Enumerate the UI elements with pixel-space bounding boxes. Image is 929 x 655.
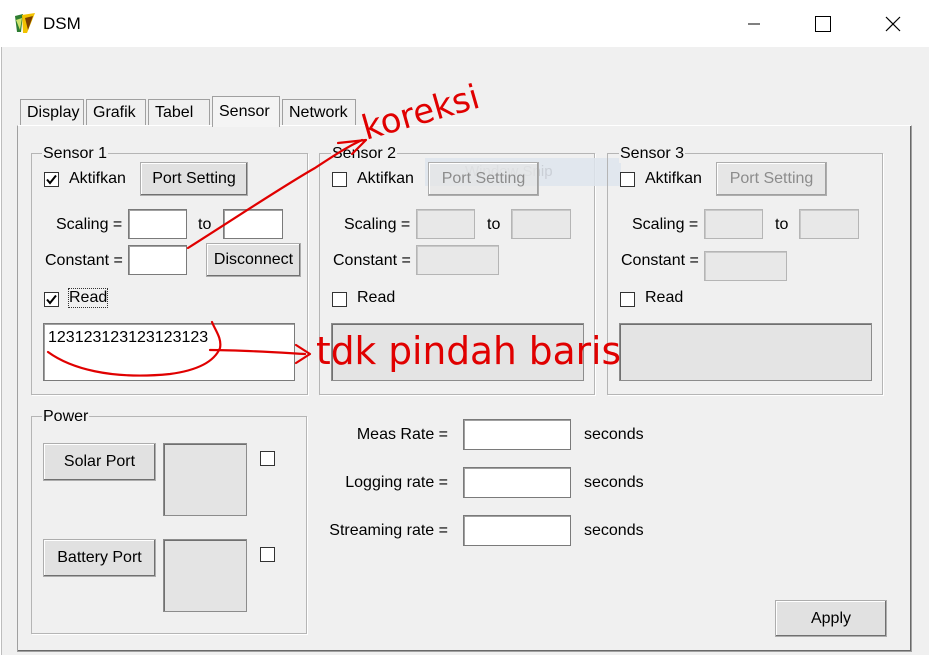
sensor-1-scaling-label: Scaling = (56, 216, 123, 233)
sensor-1-read-checkbox[interactable] (44, 292, 59, 307)
tab-label: Network (289, 104, 348, 121)
button-label: Battery Port (57, 549, 142, 566)
button-label: Port Setting (729, 170, 814, 187)
button-label: Solar Port (63, 453, 136, 470)
power-title: Power (42, 408, 90, 426)
sensor-3-scaling-from-input[interactable] (704, 209, 763, 239)
tab-label: Grafik (93, 104, 136, 121)
sensor-1-port-setting-button[interactable]: Port Setting (140, 162, 248, 196)
sensor-2-port-setting-button[interactable]: Port Setting (428, 162, 539, 196)
meas-rate-label: Meas Rate = (356, 426, 448, 443)
solar-port-checkbox[interactable] (260, 451, 275, 466)
sensor-3-enable-label: Aktifkan (645, 170, 702, 187)
sensor-1-enable-checkbox[interactable] (44, 172, 59, 187)
button-label: Apply (810, 609, 852, 627)
sensor-3-to-label: to (775, 216, 789, 233)
sensor-2-read-label: Read (357, 289, 396, 306)
meas-rate-input[interactable] (463, 419, 571, 450)
sensor-3-scaling-label: Scaling = (632, 216, 699, 233)
button-label: Port Setting (152, 170, 236, 187)
checkmark-icon (46, 294, 57, 305)
window-title: DSM (43, 14, 81, 33)
button-label: Port Setting (441, 170, 526, 187)
streaming-rate-unit: seconds (584, 522, 644, 539)
sensor-2-scaling-label: Scaling = (344, 216, 411, 233)
tab-tabel[interactable]: Tabel (148, 99, 210, 126)
close-icon (885, 16, 901, 31)
maximize-button[interactable] (800, 0, 846, 47)
sensor-3-constant-input[interactable] (704, 251, 787, 281)
sensor-3-enable-checkbox[interactable] (620, 172, 635, 187)
title-bar: DSM (0, 0, 929, 47)
sensor-1-title: Sensor 1 (42, 145, 109, 163)
sensor-2-scaling-from-input[interactable] (416, 209, 475, 239)
sensor-2-scaling-to-input[interactable] (511, 209, 571, 239)
tab-label: Sensor (219, 103, 270, 120)
tab-display[interactable]: Display (20, 99, 84, 126)
sensor-1-read-label: Read (67, 288, 109, 308)
solar-port-button[interactable]: Solar Port (43, 443, 156, 481)
sensor-3-output-box[interactable] (619, 323, 872, 381)
close-button[interactable] (870, 0, 916, 47)
battery-port-checkbox[interactable] (260, 547, 275, 562)
sensor-3-read-label: Read (645, 289, 684, 306)
sensor-2-constant-input[interactable] (416, 245, 499, 275)
streaming-rate-label: Streaming rate = (329, 522, 448, 539)
minimize-icon (748, 23, 760, 24)
sensor-2-enable-label: Aktifkan (357, 170, 414, 187)
sensor-1-to-label: to (198, 216, 212, 233)
button-label: Disconnect (213, 251, 294, 268)
dsm-app-icon (15, 13, 35, 33)
sensor-2-read-checkbox[interactable] (332, 292, 347, 307)
sensor-1-enable-label: Aktifkan (69, 170, 126, 187)
sensor-3-read-checkbox[interactable] (620, 292, 635, 307)
sensor-1-output-box[interactable]: 123123123123123123 (43, 323, 295, 381)
sensor-1-constant-input[interactable] (128, 245, 187, 275)
tab-label: Tabel (155, 104, 194, 121)
tab-sensor[interactable]: Sensor (212, 96, 280, 127)
sensor-2-enable-checkbox[interactable] (332, 172, 347, 187)
sensor-3-scaling-to-input[interactable] (799, 209, 859, 239)
sensor-3-constant-label: Constant = (621, 252, 699, 269)
sensor-2-output-box[interactable] (331, 323, 584, 381)
sensor-1-scaling-from-input[interactable] (128, 209, 187, 239)
solar-port-indicator (163, 443, 247, 516)
sensor-2-title: Sensor 2 (331, 145, 398, 163)
meas-rate-unit: seconds (584, 426, 644, 443)
sensor-2-constant-label: Constant = (333, 252, 411, 269)
sensor-1-constant-label: Constant = (45, 252, 123, 269)
tab-label: Display (27, 104, 80, 121)
logging-rate-unit: seconds (584, 474, 644, 491)
sensor-3-title: Sensor 3 (619, 145, 686, 163)
tab-network[interactable]: Network (282, 99, 356, 126)
sensor-1-disconnect-button[interactable]: Disconnect (206, 243, 301, 277)
logging-rate-label: Logging rate = (345, 474, 448, 491)
battery-port-indicator (163, 539, 247, 612)
checkmark-icon (46, 174, 57, 185)
sensor-1-scaling-to-input[interactable] (223, 209, 283, 239)
battery-port-button[interactable]: Battery Port (43, 539, 156, 577)
sensor-3-port-setting-button[interactable]: Port Setting (716, 162, 827, 196)
tab-grafik[interactable]: Grafik (86, 99, 146, 126)
apply-button[interactable]: Apply (775, 600, 887, 637)
sensor-2-to-label: to (487, 216, 501, 233)
maximize-icon (815, 15, 831, 32)
logging-rate-input[interactable] (463, 467, 571, 498)
streaming-rate-input[interactable] (463, 515, 571, 546)
minimize-button[interactable] (731, 0, 777, 47)
